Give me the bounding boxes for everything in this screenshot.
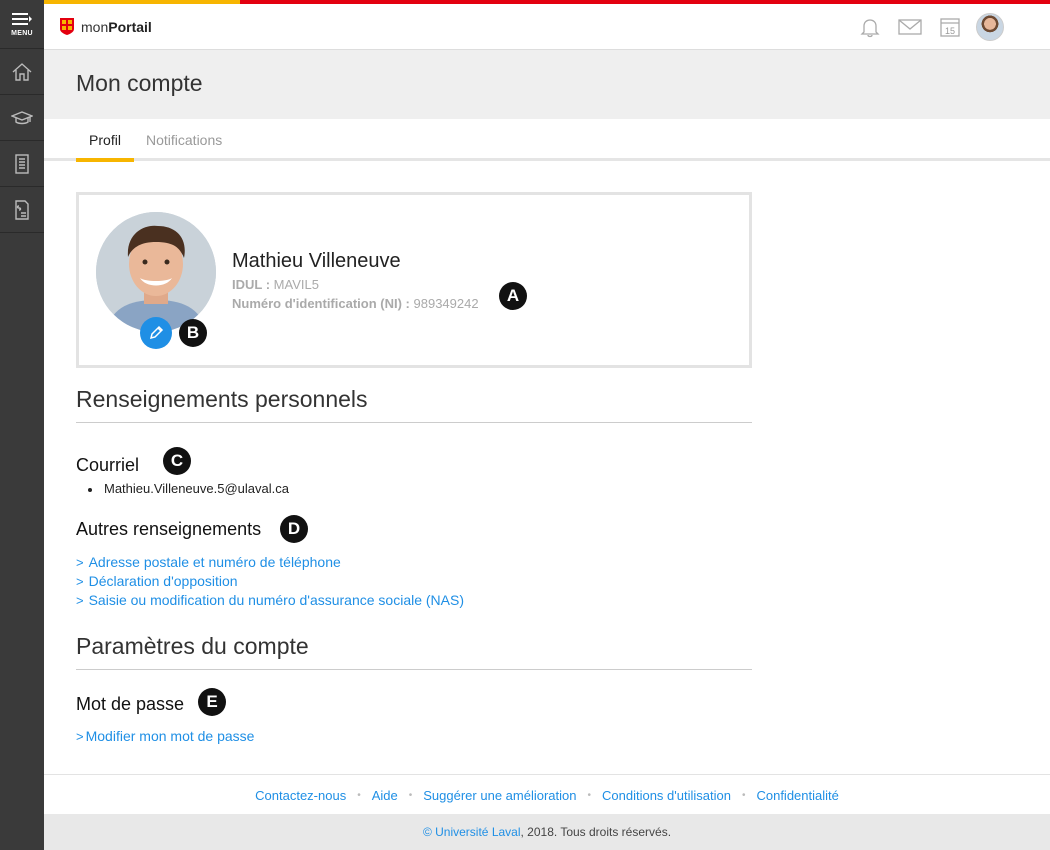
link-label: Adresse postale et numéro de téléphone [88, 554, 341, 570]
callout-e: E [198, 688, 226, 716]
chevron-right-icon: > [76, 729, 84, 744]
top-header: mon Portail 15 [44, 4, 1050, 50]
pencil-icon [149, 325, 164, 340]
crest-icon [60, 18, 74, 35]
rail-item-documents[interactable] [0, 141, 44, 187]
profile-idul: IDUL : MAVIL5 [232, 277, 319, 292]
user-menu-button[interactable] [970, 12, 1010, 42]
home-icon [12, 62, 32, 81]
footer-link-privacy[interactable]: Confidentialité [756, 788, 838, 803]
profile-name: Mathieu Villeneuve [232, 250, 401, 272]
rail-item-finances[interactable] [0, 187, 44, 233]
ni-label: Numéro d'identification (NI) : [232, 296, 410, 311]
callout-d: D [280, 515, 308, 543]
left-rail: MENU [0, 0, 44, 850]
divider [76, 669, 752, 670]
callout-b: B [179, 319, 207, 347]
link-change-password[interactable]: > Modifier mon mot de passe [76, 728, 254, 744]
footer-separator: • [357, 789, 361, 801]
link-label: Saisie ou modification du numéro d'assur… [88, 592, 465, 608]
bell-icon [860, 19, 880, 38]
other-info-title: Autres renseignements [76, 519, 262, 539]
menu-button[interactable]: MENU [0, 0, 44, 49]
divider [76, 422, 752, 423]
invoice-icon [15, 199, 29, 220]
section-personal-title: Renseignements personnels [76, 386, 368, 412]
brand-prefix: mon [81, 18, 109, 35]
profile-card: B Mathieu Villeneuve IDUL : MAVIL5 Numér… [76, 192, 752, 368]
idul-label: IDUL : [232, 277, 271, 292]
brand-name: Portail [108, 18, 152, 35]
callout-a: A [499, 282, 527, 310]
graduation-cap-icon [11, 110, 33, 124]
email-title: Courriel [76, 455, 140, 475]
email-value: Mathieu.Villeneuve.5@ulaval.ca [104, 481, 289, 496]
menu-icon [12, 12, 32, 25]
menu-label: MENU [11, 29, 33, 37]
calendar-day: 15 [945, 26, 955, 36]
document-icon [15, 153, 29, 174]
copyright-bar: © Université Laval, 2018. Tous droits ré… [44, 814, 1050, 850]
section-account-title: Paramètres du compte [76, 633, 309, 659]
copyright-link[interactable]: © Université Laval [423, 825, 521, 839]
title-band: Mon compte [44, 50, 1050, 119]
messages-button[interactable] [890, 12, 930, 42]
copyright-text: , 2018. Tous droits réservés. [520, 825, 672, 839]
footer-link-suggest[interactable]: Suggérer une amélioration [423, 788, 576, 803]
profile-photo [96, 212, 216, 332]
link-label: Déclaration d'opposition [88, 573, 238, 589]
profile-ni: Numéro d'identification (NI) : 989349242 [232, 296, 479, 311]
tab-profil[interactable]: Profil [76, 132, 134, 162]
footer-link-contact[interactable]: Contactez-nous [255, 788, 346, 803]
footer-separator: • [408, 789, 413, 801]
rail-item-studies[interactable] [0, 95, 44, 141]
calendar-icon: 15 [940, 18, 960, 37]
link-nas[interactable]: > Saisie ou modification du numéro d'assu… [76, 592, 464, 608]
footer-link-terms[interactable]: Conditions d'utilisation [602, 788, 731, 803]
chevron-right-icon: > [76, 555, 84, 570]
tab-bar: Profil Notifications [44, 119, 1050, 162]
footer-separator: • [741, 789, 746, 801]
page-title: Mon compte [76, 70, 203, 96]
footer-separator: • [587, 789, 591, 801]
rail-item-home[interactable] [0, 49, 44, 95]
email-item: Mathieu.Villeneuve.5@ulaval.ca [88, 481, 289, 496]
header-icons: 15 [850, 12, 1010, 42]
chevron-right-icon: > [76, 593, 84, 608]
avatar [976, 13, 1004, 41]
ni-value: 989349242 [413, 296, 479, 311]
link-opposition[interactable]: > Déclaration d'opposition [76, 573, 238, 589]
password-title: Mot de passe [76, 694, 185, 714]
brand-logo[interactable]: mon Portail [60, 18, 152, 35]
footer-links: Contactez-nous • Aide • Suggérer une amé… [44, 774, 1050, 815]
edit-photo-button[interactable] [140, 317, 172, 349]
tab-notifications[interactable]: Notifications [146, 132, 222, 148]
link-address-phone[interactable]: > Adresse postale et numéro de téléphone [76, 554, 341, 570]
calendar-button[interactable]: 15 [930, 12, 970, 42]
idul-value: MAVIL5 [273, 277, 319, 292]
link-label: Modifier mon mot de passe [85, 728, 255, 744]
footer-link-help[interactable]: Aide [372, 788, 398, 803]
notifications-button[interactable] [850, 12, 890, 42]
callout-c: C [163, 447, 191, 475]
chevron-right-icon: > [76, 574, 84, 589]
mail-icon [898, 19, 922, 35]
